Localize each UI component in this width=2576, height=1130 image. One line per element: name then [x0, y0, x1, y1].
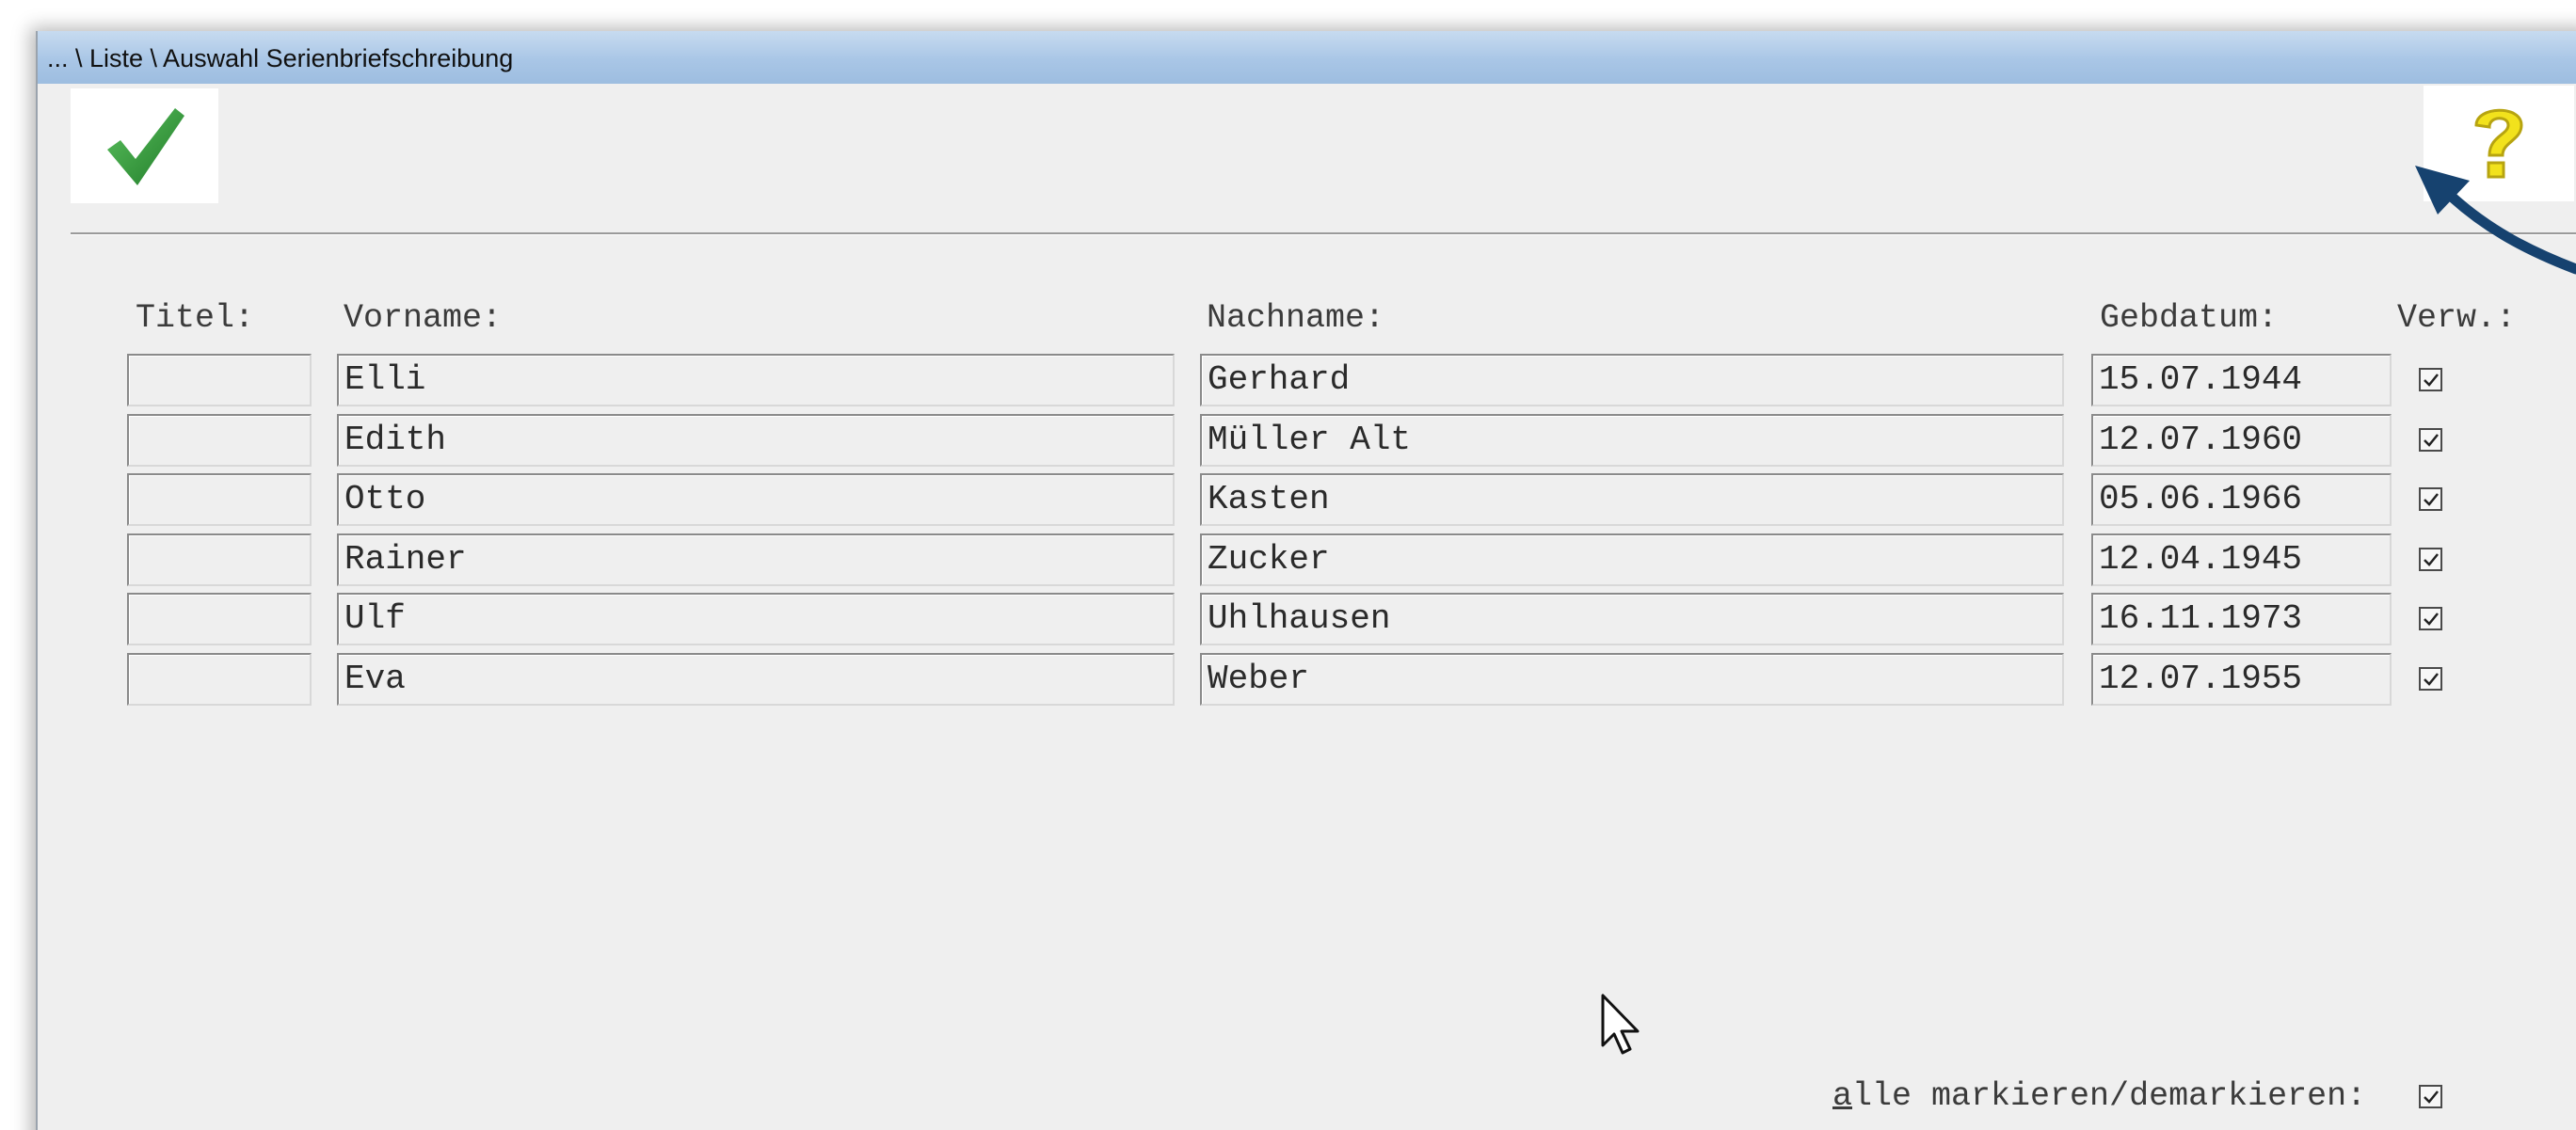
gebdatum-field[interactable]: 15.07.1944: [2091, 354, 2392, 406]
titel-field[interactable]: [127, 653, 312, 706]
nachname-field[interactable]: Kasten: [1200, 473, 2064, 526]
select-all-text: lle markieren/demarkieren:: [1852, 1077, 2367, 1115]
annotation-arrow-icon: [2415, 166, 2576, 275]
verw-checkbox[interactable]: [2419, 607, 2442, 630]
nachname-field[interactable]: Weber: [1200, 653, 2064, 706]
select-all-mnemonic: a: [1832, 1077, 1853, 1115]
verw-checkbox[interactable]: [2419, 548, 2442, 571]
mouse-pointer-icon: [1601, 994, 1640, 1055]
checkmark-icon: [2423, 492, 2439, 506]
checkmark-icon: [2423, 433, 2439, 447]
nachname-field[interactable]: Zucker: [1200, 533, 2064, 586]
vorname-field[interactable]: Otto: [337, 473, 1175, 526]
nachname-field[interactable]: Uhlhausen: [1200, 593, 2064, 645]
window-title: ... \ Liste \ Auswahl Serienbriefschreib…: [47, 44, 514, 72]
vorname-field[interactable]: Ulf: [337, 593, 1175, 645]
titel-field[interactable]: [127, 473, 312, 526]
vorname-field[interactable]: Rainer: [337, 533, 1175, 586]
header-titel: Titel:: [136, 299, 255, 337]
vorname-field[interactable]: Edith: [337, 414, 1175, 467]
checkmark-icon: [2423, 552, 2439, 566]
nachname-field[interactable]: Gerhard: [1200, 354, 2064, 406]
gebdatum-field[interactable]: 05.06.1966: [2091, 473, 2392, 526]
confirm-button[interactable]: [71, 88, 218, 203]
select-all-checkbox[interactable]: [2419, 1085, 2442, 1108]
selection-window: ... \ Liste \ Auswahl Serienbriefschreib…: [36, 31, 2576, 1130]
checkmark-icon: [2423, 612, 2439, 626]
verw-checkbox[interactable]: [2419, 428, 2442, 452]
gebdatum-field[interactable]: 16.11.1973: [2091, 593, 2392, 645]
header-gebdatum: Gebdatum:: [2100, 299, 2279, 337]
select-all-label: alle markieren/demarkieren:: [1832, 1077, 2366, 1115]
verw-checkbox[interactable]: [2419, 487, 2442, 511]
nachname-field[interactable]: Müller Alt: [1200, 414, 2064, 467]
gebdatum-field[interactable]: 12.04.1945: [2091, 533, 2392, 586]
titel-field[interactable]: [127, 414, 312, 467]
header-verw: Verw.:: [2397, 299, 2517, 337]
verw-checkbox[interactable]: [2419, 368, 2442, 391]
header-nachname: Nachname:: [1207, 299, 1385, 337]
gebdatum-field[interactable]: 12.07.1960: [2091, 414, 2392, 467]
checkmark-icon: [2423, 373, 2439, 387]
checkmark-icon: [2423, 1090, 2439, 1104]
verw-checkbox[interactable]: [2419, 667, 2442, 691]
vorname-field[interactable]: Elli: [337, 354, 1175, 406]
toolbar-separator: [71, 232, 2576, 235]
header-vorname: Vorname:: [344, 299, 503, 337]
green-checkmark-icon: [106, 108, 184, 185]
title-bar[interactable]: ... \ Liste \ Auswahl Serienbriefschreib…: [38, 31, 2576, 84]
checkmark-icon: [2423, 672, 2439, 686]
gebdatum-field[interactable]: 12.07.1955: [2091, 653, 2392, 706]
titel-field[interactable]: [127, 533, 312, 586]
titel-field[interactable]: [127, 354, 312, 406]
vorname-field[interactable]: Eva: [337, 653, 1175, 706]
titel-field[interactable]: [127, 593, 312, 645]
